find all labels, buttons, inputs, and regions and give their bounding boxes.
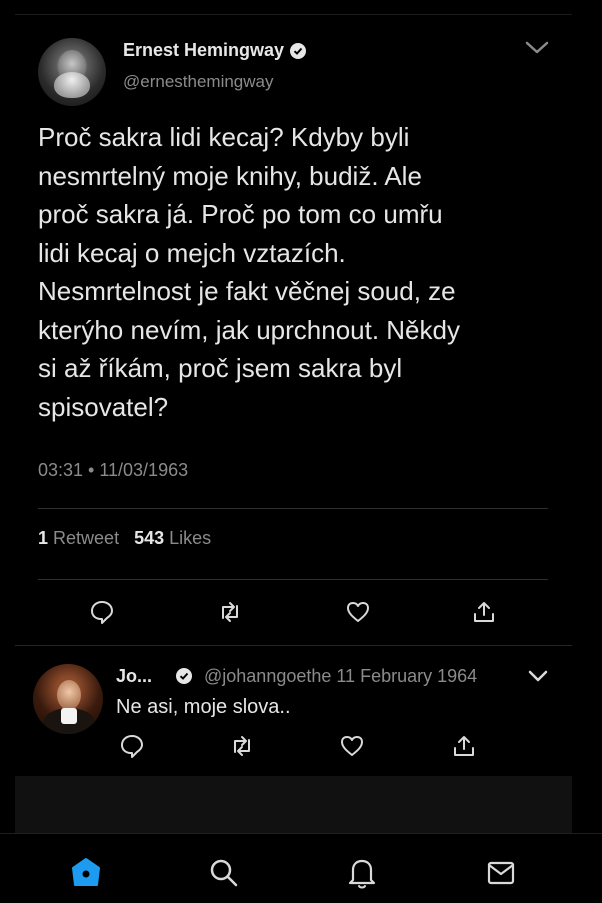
divider (38, 579, 548, 580)
search-icon[interactable] (206, 855, 240, 889)
like-icon[interactable] (338, 732, 366, 760)
reply-handle-date[interactable]: @johanngoethe 11 February 1964 (204, 666, 477, 687)
verified-icon (176, 668, 192, 684)
notifications-icon[interactable] (345, 855, 379, 889)
chevron-down-icon[interactable] (528, 668, 548, 684)
like-label[interactable]: Likes (169, 528, 211, 548)
home-icon[interactable] (69, 855, 103, 889)
reply-compose-area[interactable] (15, 776, 572, 833)
share-icon[interactable] (470, 598, 498, 626)
messages-icon[interactable] (484, 855, 518, 889)
reply-author-avatar[interactable] (33, 664, 103, 734)
divider (15, 645, 572, 646)
retweet-count[interactable]: 1 (38, 528, 48, 548)
reply-text: Ne asi, moje slova.. (116, 696, 291, 718)
top-divider (15, 14, 572, 15)
author-avatar[interactable] (38, 38, 106, 106)
verified-icon (290, 42, 307, 59)
reply-icon[interactable] (118, 732, 146, 760)
retweet-label[interactable]: Retweet (53, 528, 119, 548)
retweet-icon[interactable] (228, 732, 256, 760)
reply-icon[interactable] (88, 598, 116, 626)
author-name-row[interactable]: Ernest Hemingway (123, 40, 307, 61)
tweet-timestamp: 03:31 • 11/03/1963 (38, 460, 189, 480)
author-handle[interactable]: @ernesthemingway (123, 72, 274, 92)
share-icon[interactable] (450, 732, 478, 760)
tweet-stats: 1 Retweet 543 Likes (38, 528, 211, 549)
divider (38, 508, 548, 509)
like-count[interactable]: 543 (134, 528, 164, 548)
chevron-down-icon[interactable] (524, 38, 550, 58)
like-icon[interactable] (344, 598, 372, 626)
reply-author-name[interactable]: Jo... (116, 666, 152, 687)
retweet-icon[interactable] (216, 598, 244, 626)
tweet-text: Proč sakra lidi kecaj? Kdyby byli nesmrt… (38, 122, 460, 422)
author-name[interactable]: Ernest Hemingway (123, 40, 284, 61)
